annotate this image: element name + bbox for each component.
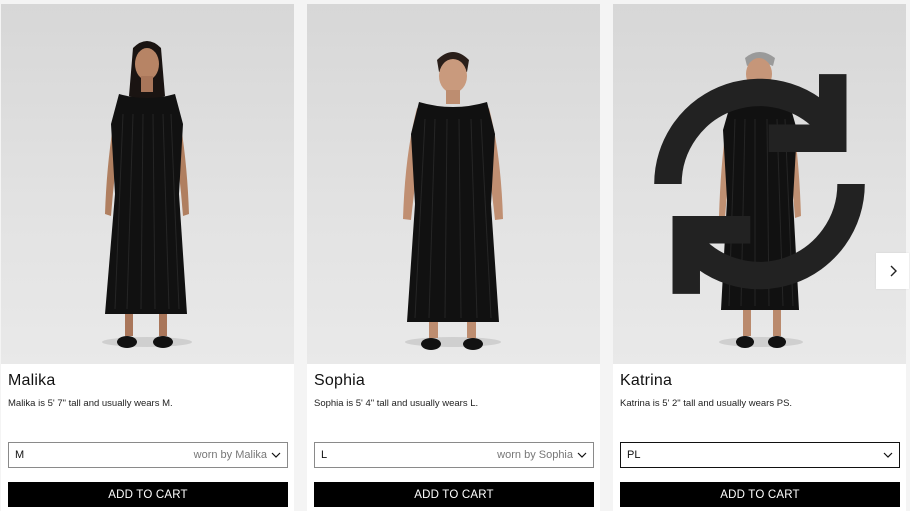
chevron-down-icon [883,452,893,458]
model-card-katrina: Katrina Katrina is 5' 2" tall and usuall… [613,4,906,511]
model-photo-sophia[interactable] [307,4,600,364]
model-description: Sophia is 5' 4" tall and usually wears L… [314,398,479,409]
add-to-cart-button[interactable]: ADD TO CART [8,482,288,507]
model-photo-katrina[interactable] [613,4,906,364]
model-figure [403,52,503,350]
size-select[interactable]: PL [620,442,900,468]
chevron-right-icon [890,265,897,277]
rotate-icon[interactable] [613,4,906,364]
worn-by-label: worn by Malika [193,449,267,461]
add-to-cart-button[interactable]: ADD TO CART [620,482,900,507]
chevron-down-icon [271,452,281,458]
model-name: Malika [8,372,56,389]
model-name: Sophia [314,372,366,389]
worn-by-label: worn by Sophia [497,449,573,461]
size-select[interactable]: L worn by Sophia [314,442,594,468]
add-to-cart-button[interactable]: ADD TO CART [314,482,594,507]
model-name: Katrina [620,372,673,389]
size-value: M [15,449,25,461]
model-photo-malika[interactable] [1,4,294,364]
model-figure [102,41,192,348]
model-carousel: Malika Malika is 5' 7" tall and usually … [0,0,910,511]
chevron-down-icon [577,452,587,458]
size-select[interactable]: M worn by Malika [8,442,288,468]
model-card-sophia: Sophia Sophia is 5' 4" tall and usually … [307,4,600,511]
model-description: Malika is 5' 7" tall and usually wears M… [8,398,173,409]
model-description: Katrina is 5' 2" tall and usually wears … [620,398,793,409]
size-value: L [321,449,328,461]
model-card-malika: Malika Malika is 5' 7" tall and usually … [1,4,294,511]
carousel-next-button[interactable] [876,253,909,289]
size-value: PL [627,449,641,461]
